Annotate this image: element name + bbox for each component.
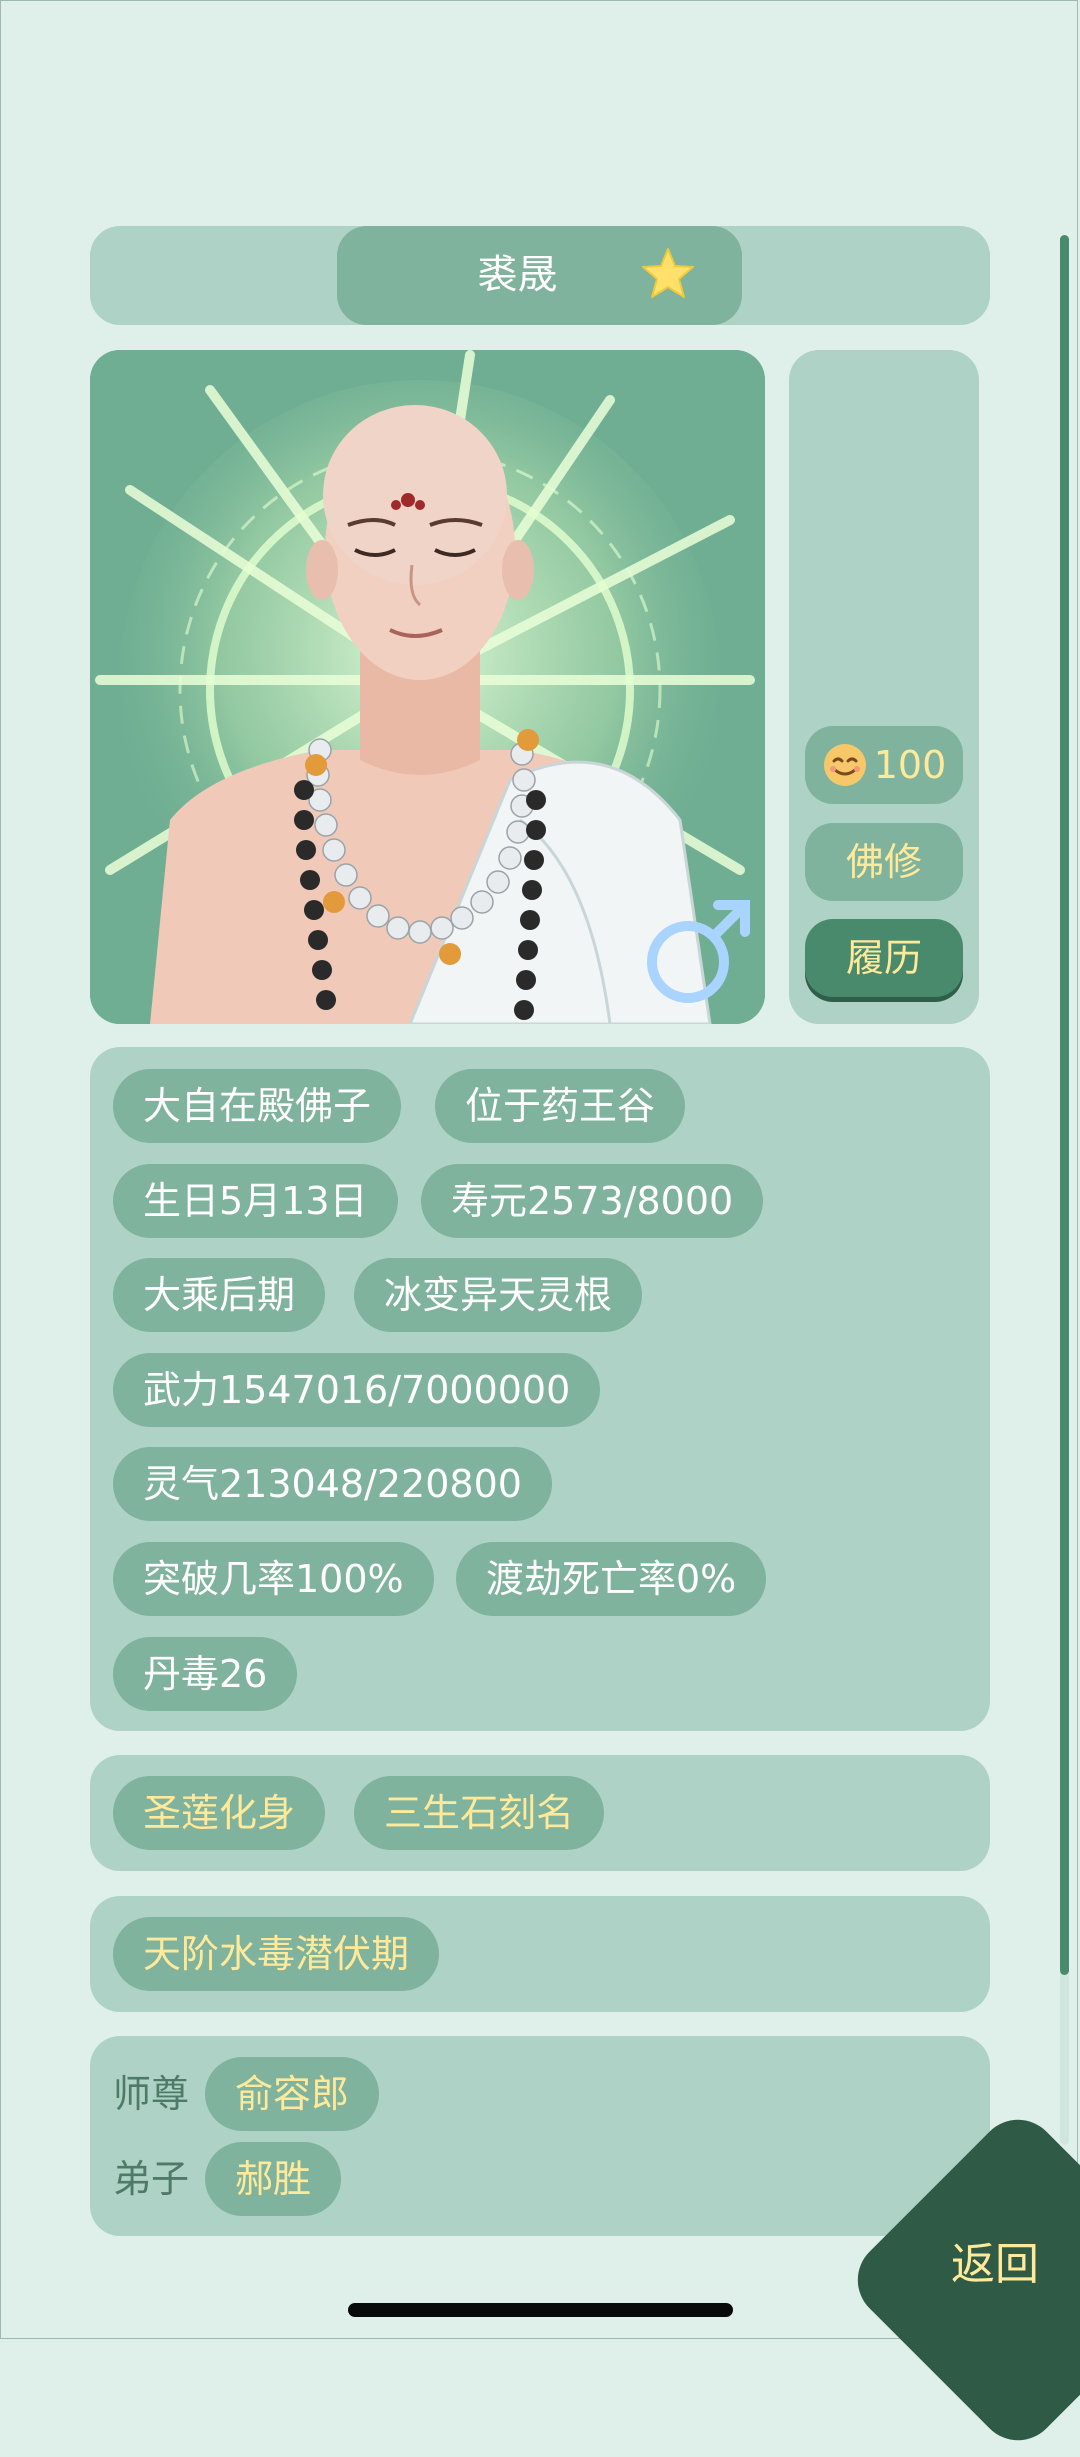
- relations-card: 师尊 俞容郎 弟子 郝胜: [90, 2036, 990, 2236]
- master-name-chip[interactable]: 俞容郎: [205, 2057, 380, 2131]
- scrollbar-thumb[interactable]: [1060, 235, 1069, 1975]
- star-icon[interactable]: [640, 246, 696, 302]
- info-chip-root: 冰变异天灵根: [354, 1258, 643, 1332]
- traits-card: 圣莲化身 三生石刻名: [90, 1755, 990, 1871]
- status-chip[interactable]: 天阶水毒潜伏期: [113, 1917, 440, 1991]
- sect-button[interactable]: 佛修: [805, 823, 963, 901]
- home-indicator[interactable]: [348, 2303, 733, 2317]
- mood-badge[interactable]: 100: [805, 726, 963, 804]
- status-card: 天阶水毒潜伏期: [90, 1896, 990, 2012]
- info-chip-breakthrough: 突破几率100%: [113, 1542, 434, 1616]
- disciple-name-chip[interactable]: 郝胜: [205, 2142, 342, 2216]
- info-chip-pill-toxin: 丹毒26: [113, 1637, 298, 1711]
- history-button[interactable]: 履历: [805, 919, 963, 997]
- disciple-label: 弟子: [113, 2157, 190, 2201]
- master-label: 师尊: [113, 2072, 190, 2116]
- info-chip-location: 位于药王谷: [435, 1069, 686, 1143]
- info-chip-realm: 大乘后期: [113, 1258, 326, 1332]
- back-label[interactable]: 返回: [930, 2235, 1060, 2295]
- trait-chip[interactable]: 三生石刻名: [354, 1776, 605, 1850]
- info-chip-birthday: 生日5月13日: [113, 1164, 398, 1238]
- trait-chip[interactable]: 圣莲化身: [113, 1776, 326, 1850]
- info-card: 大自在殿佛子 位于药王谷 生日5月13日 寿元2573/8000 大乘后期 冰变…: [90, 1047, 990, 1731]
- info-chip-title: 大自在殿佛子: [113, 1069, 402, 1143]
- info-chip-qi: 灵气213048/220800: [113, 1447, 552, 1521]
- smiling-face-icon: [823, 743, 866, 786]
- character-portrait: [90, 350, 765, 1024]
- info-chip-tribulation: 渡劫死亡率0%: [456, 1542, 767, 1616]
- mood-value: 100: [873, 743, 947, 787]
- info-chip-lifespan: 寿元2573/8000: [421, 1164, 764, 1238]
- info-chip-force: 武力1547016/7000000: [113, 1353, 601, 1427]
